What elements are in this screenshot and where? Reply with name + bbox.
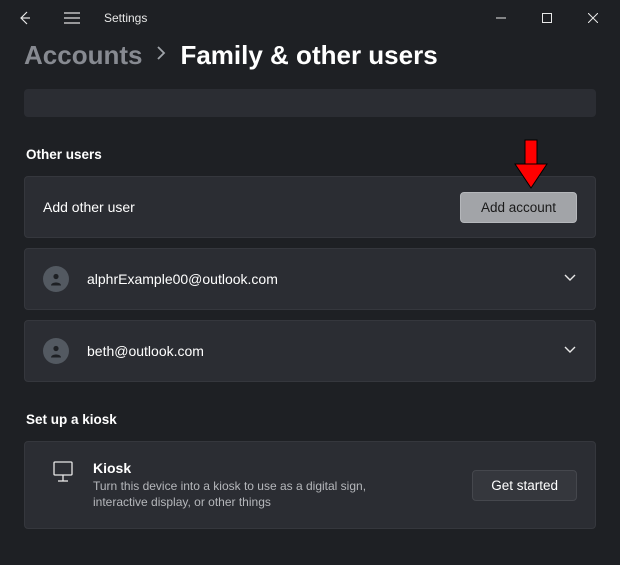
add-account-button[interactable]: Add account [460, 192, 577, 223]
kiosk-card: Kiosk Turn this device into a kiosk to u… [24, 441, 596, 529]
add-other-user-label: Add other user [43, 199, 460, 215]
back-button[interactable] [8, 2, 40, 34]
chevron-down-icon[interactable] [563, 342, 577, 360]
app-title: Settings [104, 11, 147, 25]
arrow-left-icon [17, 11, 31, 25]
section-title-other-users: Other users [26, 147, 596, 162]
maximize-button[interactable] [524, 2, 570, 34]
breadcrumb: Accounts Family & other users [24, 40, 596, 71]
kiosk-icon [43, 460, 83, 484]
hamburger-icon [64, 12, 80, 24]
menu-button[interactable] [56, 2, 88, 34]
close-icon [588, 13, 598, 23]
user-row[interactable]: beth@outlook.com [24, 320, 596, 382]
add-other-user-card: Add other user Add account [24, 176, 596, 238]
get-started-button[interactable]: Get started [472, 470, 577, 501]
avatar [43, 338, 69, 364]
avatar [43, 266, 69, 292]
collapsed-section-card[interactable] [24, 89, 596, 117]
maximize-icon [542, 13, 552, 23]
breadcrumb-current: Family & other users [180, 40, 437, 71]
minimize-button[interactable] [478, 2, 524, 34]
breadcrumb-parent[interactable]: Accounts [24, 40, 142, 71]
section-title-kiosk: Set up a kiosk [26, 412, 596, 427]
chevron-down-icon[interactable] [563, 270, 577, 288]
kiosk-description: Turn this device into a kiosk to use as … [93, 478, 423, 510]
chevron-right-icon [156, 46, 166, 65]
user-email: beth@outlook.com [87, 343, 551, 359]
kiosk-title: Kiosk [93, 460, 472, 476]
titlebar: Settings [0, 0, 620, 36]
person-icon [49, 272, 63, 286]
content: Accounts Family & other users Other user… [0, 36, 620, 529]
user-email: alphrExample00@outlook.com [87, 271, 551, 287]
minimize-icon [496, 13, 506, 23]
person-icon [49, 344, 63, 358]
close-button[interactable] [570, 2, 616, 34]
user-row[interactable]: alphrExample00@outlook.com [24, 248, 596, 310]
